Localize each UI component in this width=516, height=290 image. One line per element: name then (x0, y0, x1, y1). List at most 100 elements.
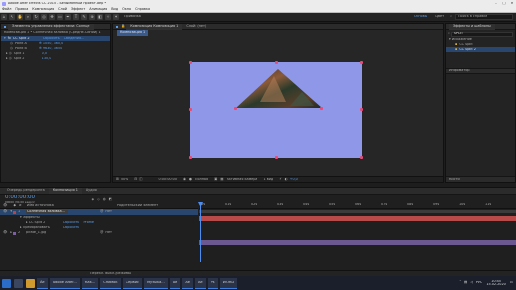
stopwatch-icon[interactable]: ◷ (9, 56, 12, 60)
volume-icon[interactable]: ◁ (470, 280, 473, 284)
chevron-down-icon[interactable]: ▾ (20, 215, 22, 219)
pickwhip-icon[interactable]: @ (100, 230, 103, 234)
pan-behind-tool-icon[interactable]: ✥ (49, 14, 55, 20)
hand-tool-icon[interactable]: ✋ (17, 14, 23, 20)
menu-view[interactable]: Вид (109, 7, 120, 11)
chevron-down-icon[interactable]: ▾ (4, 36, 6, 40)
fx-about-link[interactable]: Сведения... (64, 37, 85, 40)
comp-breadcrumb[interactable]: Композиция 1 (117, 30, 149, 36)
prop-value[interactable]: 130,0 (42, 57, 52, 60)
selection-tool-icon[interactable]: ↖ (9, 14, 15, 20)
toggle-switches-modes[interactable]: Перекл. выкл./режимы (90, 272, 131, 275)
exposure-icon[interactable]: ◐ (285, 177, 288, 181)
chevron-down-icon[interactable]: ▾ (10, 209, 12, 213)
always-preview-icon[interactable]: ⊞ (116, 177, 119, 181)
layer-handle[interactable] (189, 61, 192, 64)
work-area-bar[interactable] (199, 210, 516, 213)
notifications-icon[interactable]: ▭ (510, 280, 513, 284)
prop-value[interactable]: 1050, 360,0 (43, 42, 64, 45)
layer-row-2[interactable]: 👁 ▸ 2 pirate_1.jpg @ Нет (0, 230, 198, 236)
info-label[interactable]: Инфоматор (449, 69, 470, 72)
draft-3d-icon[interactable]: ◇ (97, 197, 100, 201)
visibility-icon[interactable]: 👁 (3, 230, 7, 234)
view-layout-select[interactable]: 1 вид (263, 178, 273, 181)
network-icon[interactable]: ▤ (464, 280, 467, 284)
taskbar-app[interactable]: Ps (207, 277, 218, 289)
transparency-grid-icon[interactable]: ▦ (220, 177, 223, 181)
taskbar-app[interactable]: Ae (194, 277, 206, 289)
stopwatch-icon[interactable]: ◷ (9, 51, 12, 55)
chevron-right-icon[interactable]: ▸ (26, 220, 28, 224)
tab-audio[interactable]: Аудио (82, 188, 101, 194)
camera-select[interactable]: Активная камера (227, 178, 258, 181)
layer-color-label[interactable] (13, 231, 17, 235)
tab-comp-timeline[interactable]: Композиция 1 (48, 188, 82, 194)
layer-handle[interactable] (360, 108, 363, 111)
taskbar-app[interactable]: Ae (182, 277, 193, 289)
color-channel-icon[interactable]: ● (189, 177, 192, 181)
layer-handle[interactable] (360, 156, 363, 159)
puppet-tool-icon[interactable]: ✶ (113, 14, 119, 20)
layer-handle[interactable] (189, 108, 192, 111)
time-ruler[interactable]: 00s 01s 02s 03s 04s 05s 06s 07s 08s 09s … (199, 202, 516, 209)
menu-composition[interactable]: Композиция (30, 7, 56, 11)
mask-icon[interactable]: ◫ (139, 177, 142, 181)
menu-file[interactable]: Файл (0, 7, 13, 11)
taskbar-app[interactable]: Adobe After... (49, 277, 80, 289)
menu-animation[interactable]: Анимация (87, 7, 109, 11)
clock[interactable]: 10:45 15.02.2020 (486, 280, 505, 287)
region-of-interest-icon[interactable]: ▣ (214, 177, 217, 181)
eraser-tool-icon[interactable]: ◧ (97, 14, 103, 20)
layer-bar-1[interactable] (199, 216, 516, 221)
fast-preview-icon[interactable]: ⚡ (279, 177, 281, 181)
pickwhip-icon[interactable]: @ (100, 209, 103, 213)
start-button-icon[interactable] (1, 278, 11, 288)
effects-category[interactable]: Искажение (452, 38, 472, 41)
align-checkbox-label[interactable]: Привязка (124, 15, 141, 18)
file-explorer-icon[interactable] (25, 278, 35, 288)
taskbar-app[interactable]: Ae (37, 277, 48, 289)
layer-handle[interactable] (360, 61, 363, 64)
chevron-down-icon[interactable]: ▾ (449, 37, 451, 41)
layer-handle[interactable] (275, 61, 278, 64)
chevron-right-icon[interactable]: ▸ (10, 230, 12, 234)
clone-tool-icon[interactable]: ⊕ (89, 14, 95, 20)
prop-value[interactable]: 9630, 3650 (43, 47, 62, 50)
brushes-label[interactable]: Кисти (449, 178, 460, 181)
taskbar-app[interactable]: Музыка... (143, 277, 168, 289)
effect-row-extra[interactable]: Profile (83, 221, 94, 224)
menu-help[interactable]: Справка (133, 7, 152, 11)
taskbar-app[interactable]: Ae (169, 277, 181, 289)
taskbar-app[interactable]: Как... (81, 277, 99, 289)
layer-parent-select[interactable]: Нет (105, 231, 112, 234)
rotate-tool-icon[interactable]: ↻ (33, 14, 39, 20)
crosshair-icon[interactable]: ⊕ (39, 46, 42, 50)
menu-layer[interactable]: Слой (56, 7, 69, 11)
chevron-right-icon[interactable]: ▸ (6, 51, 8, 55)
layer-name[interactable]: Солнечная заливка... (26, 210, 69, 214)
transform-reset[interactable]: Сбросить (63, 226, 80, 229)
workspace-color[interactable]: Цвет (435, 15, 444, 18)
chevron-right-icon[interactable]: ▸ (6, 56, 8, 60)
menu-effect[interactable]: Эффект (69, 7, 87, 11)
split-point-b-handle[interactable] (320, 107, 323, 110)
layer-handle[interactable] (275, 156, 278, 159)
type-tool-icon[interactable]: T (73, 14, 79, 20)
crosshair-icon[interactable]: ⊕ (39, 41, 42, 45)
tab-render-queue[interactable]: Очередь рендеринга (3, 188, 49, 194)
motion-blur-icon[interactable]: ◍ (103, 197, 106, 201)
visibility-icon[interactable]: 👁 (3, 209, 7, 213)
tab-effects-presets[interactable]: Эффекты и шаблоны (449, 23, 495, 30)
resolution-select[interactable]: Полная (195, 178, 208, 181)
prop-value[interactable]: 0,0 (42, 52, 47, 55)
tray-chevron-icon[interactable]: ˄ (459, 280, 461, 284)
roto-brush-tool-icon[interactable]: ✧ (105, 14, 111, 20)
grid-icon[interactable]: ⊟ (134, 177, 137, 181)
pen-tool-icon[interactable]: ✒ (65, 14, 71, 20)
split-point-a-handle[interactable] (234, 107, 237, 110)
comp-canvas-solid[interactable] (189, 61, 363, 159)
tab-composition[interactable]: Композиция Композиция 1 (126, 23, 183, 30)
layer-bar-2[interactable] (199, 240, 516, 245)
taskbar-app[interactable]: Сервис (122, 277, 142, 289)
exposure-value[interactable]: +0,0 (290, 178, 298, 181)
